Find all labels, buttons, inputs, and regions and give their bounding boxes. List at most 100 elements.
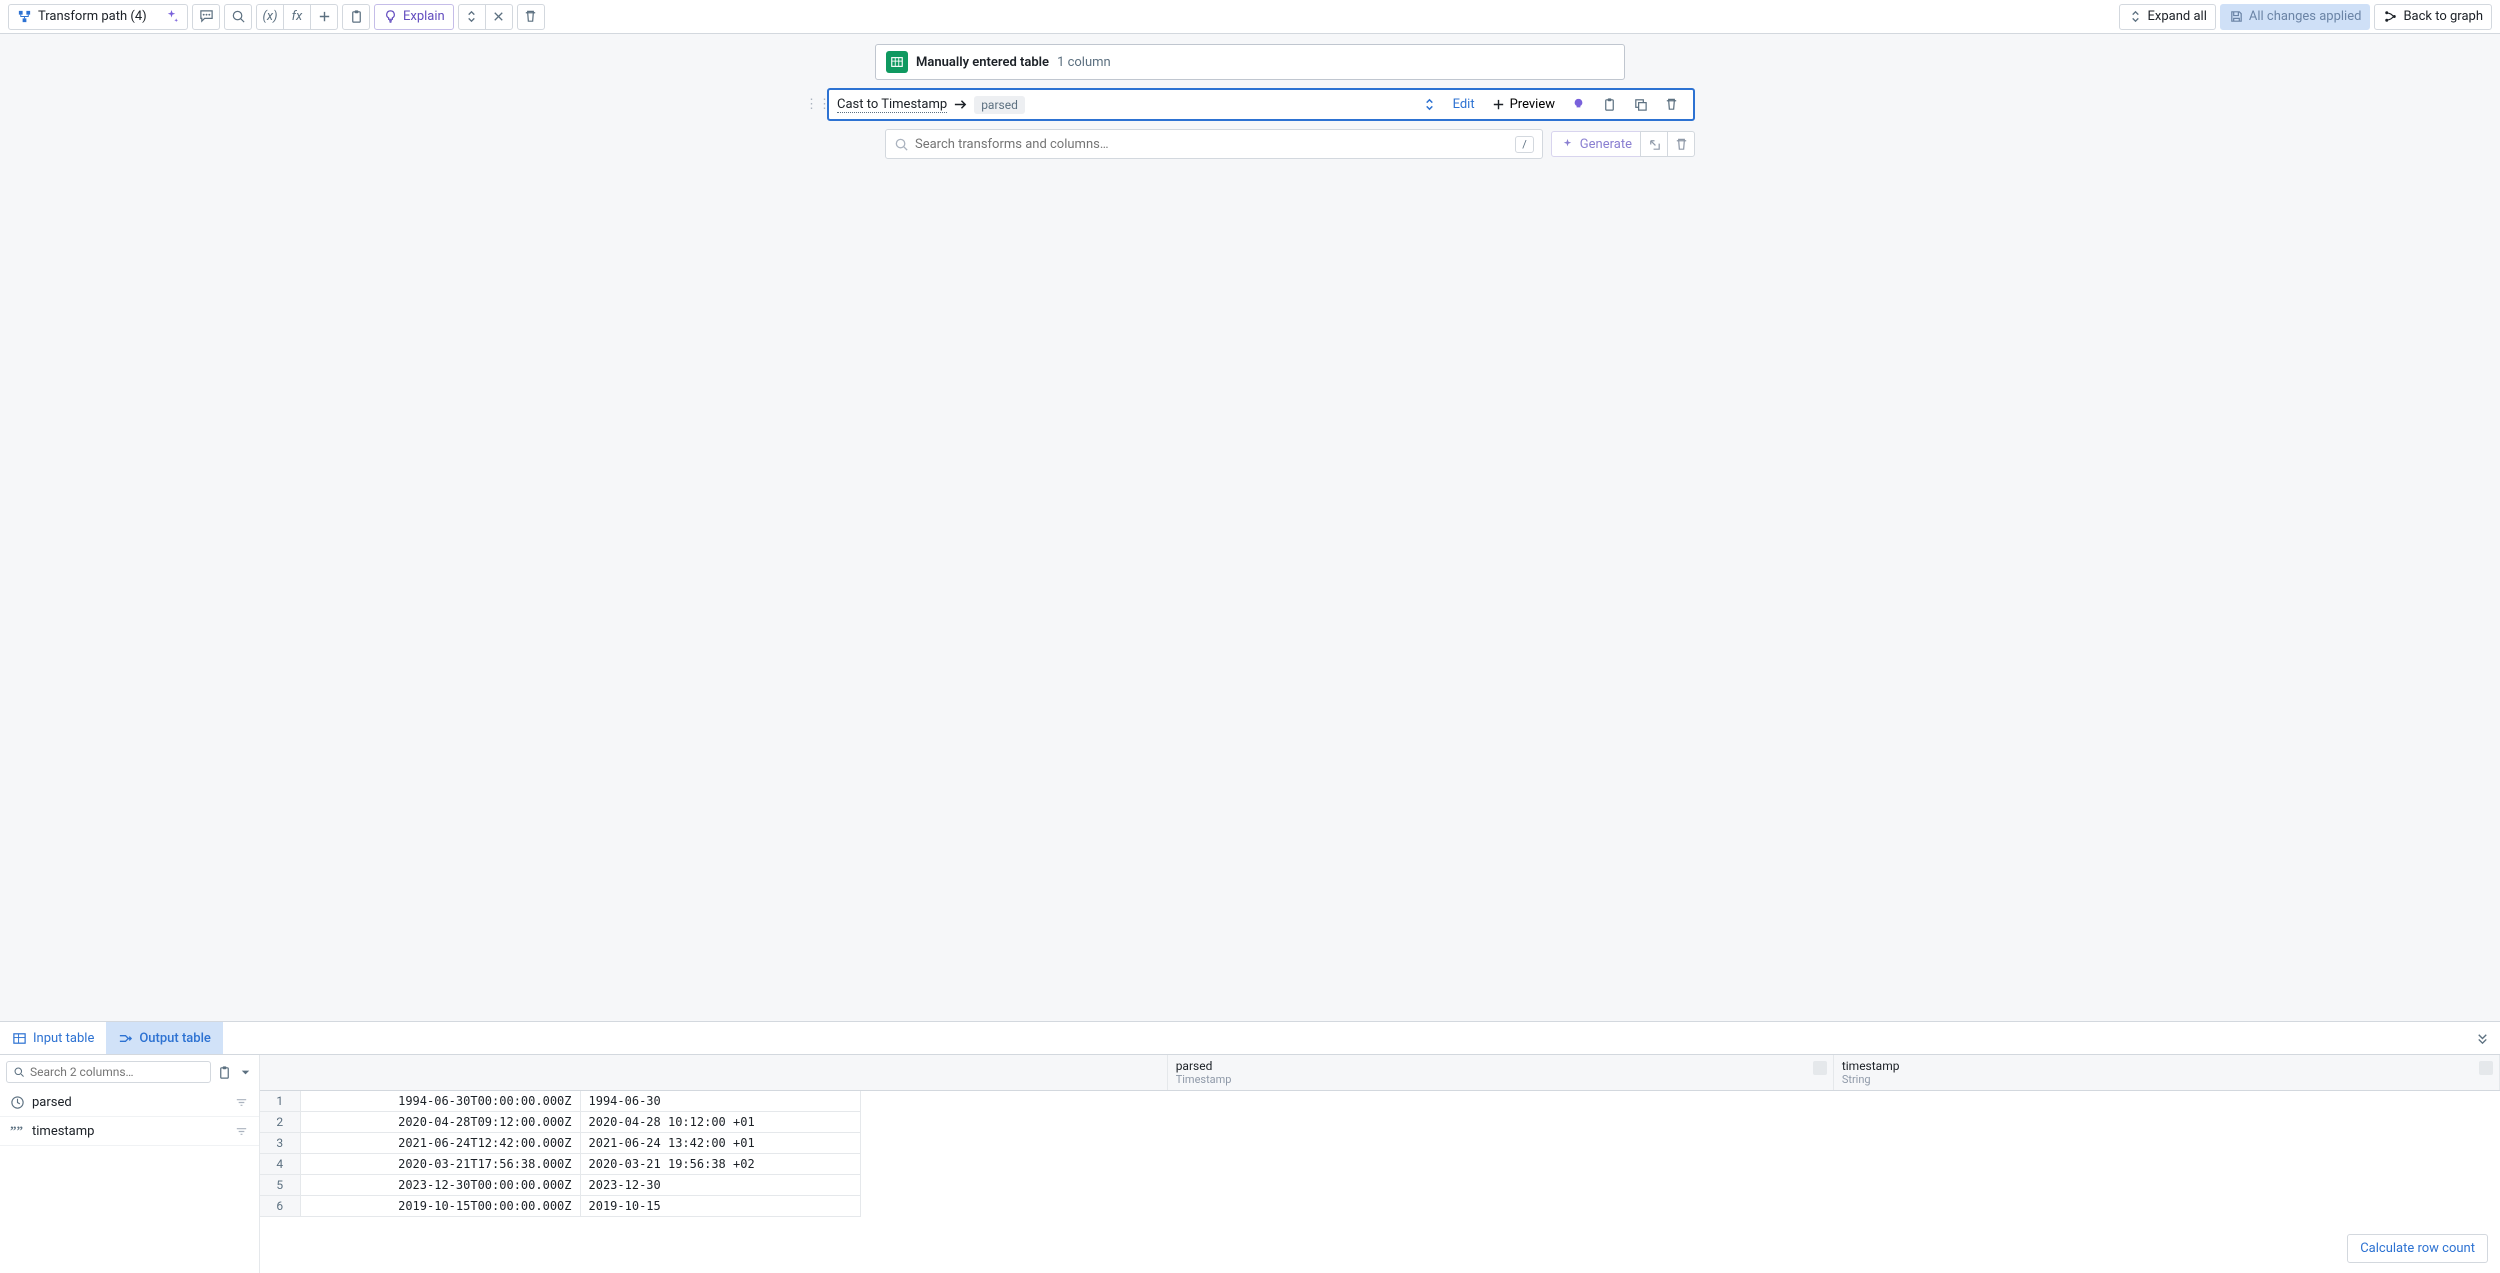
add-button[interactable]: [310, 4, 338, 30]
variable-button-group: (x) fx: [256, 4, 338, 30]
table-row[interactable]: 11994-06-30T00:00:00.000Z1994-06-30: [260, 1091, 860, 1112]
comment-button[interactable]: [192, 4, 220, 30]
column-list-item[interactable]: ””timestamp: [0, 1117, 259, 1146]
cell-timestamp[interactable]: 2021-06-24 13:42:00 +01: [580, 1133, 860, 1154]
clipboard-button[interactable]: [342, 4, 370, 30]
cell-timestamp[interactable]: 2020-03-21 19:56:38 +02: [580, 1154, 860, 1175]
row-number: 2: [260, 1112, 300, 1133]
open-external-icon: [1647, 137, 1662, 152]
cell-timestamp[interactable]: 2020-04-28 10:12:00 +01: [580, 1112, 860, 1133]
explain-button[interactable]: Explain: [374, 4, 454, 30]
plus-icon: [317, 9, 332, 24]
transform-node-row: ⋮⋮ Cast to Timestamp parsed Edit Preview: [805, 88, 1695, 121]
table-row[interactable]: 62019-10-15T00:00:00.000Z2019-10-15: [260, 1196, 860, 1217]
plus-icon: [1491, 97, 1506, 112]
cell-timestamp[interactable]: 2019-10-15: [580, 1196, 860, 1217]
table-row[interactable]: 22020-04-28T09:12:00.000Z2020-04-28 10:1…: [260, 1112, 860, 1133]
bottom-panel: parsed ””timestamp parsed Timestamp times…: [0, 1055, 2500, 1273]
sparkle-icon: [164, 9, 179, 24]
comment-icon: [199, 9, 214, 24]
function-button[interactable]: fx: [283, 4, 311, 30]
row-number: 5: [260, 1175, 300, 1196]
sort-toggle-button[interactable]: [1416, 94, 1443, 115]
expand-collapse-group: [458, 4, 513, 30]
column-menu-icon[interactable]: [2479, 1061, 2493, 1075]
column-header-parsed[interactable]: parsed Timestamp: [1167, 1055, 1833, 1091]
column-header-timestamp[interactable]: timestamp String: [1833, 1055, 2499, 1091]
delete-transform-button[interactable]: [1658, 94, 1685, 115]
column-menu-icon[interactable]: [1813, 1061, 1827, 1075]
calculate-row-count-button[interactable]: Calculate row count: [2347, 1234, 2488, 1263]
trash-icon: [523, 9, 538, 24]
cell-parsed[interactable]: 2019-10-15T00:00:00.000Z: [300, 1196, 580, 1217]
drag-handle-icon[interactable]: ⋮⋮: [805, 97, 819, 112]
output-column-tag[interactable]: parsed: [974, 96, 1025, 114]
delete-button[interactable]: [517, 4, 545, 30]
cell-parsed[interactable]: 2023-12-30T00:00:00.000Z: [300, 1175, 580, 1196]
cell-parsed[interactable]: 1994-06-30T00:00:00.000Z: [300, 1091, 580, 1112]
zoom-button[interactable]: [224, 4, 252, 30]
transform-canvas: Manually entered table 1 column ⋮⋮ Cast …: [0, 34, 2500, 1021]
sort-icon[interactable]: [234, 1124, 249, 1139]
cell-parsed[interactable]: 2020-04-28T09:12:00.000Z: [300, 1112, 580, 1133]
transform-icon: [17, 9, 32, 24]
back-to-graph-button[interactable]: Back to graph: [2374, 4, 2492, 30]
clear-button[interactable]: [1667, 131, 1695, 157]
column-name: parsed: [32, 1095, 72, 1110]
edit-button[interactable]: Edit: [1447, 94, 1481, 115]
chevrons-vertical-icon: [464, 9, 479, 24]
row-number: 1: [260, 1091, 300, 1112]
table-row[interactable]: 42020-03-21T17:56:38.000Z2020-03-21 19:5…: [260, 1154, 860, 1175]
x-icon: [491, 9, 506, 24]
cell-timestamp[interactable]: 2023-12-30: [580, 1175, 860, 1196]
preview-button[interactable]: Preview: [1485, 94, 1561, 115]
expand-all-button[interactable]: Expand all: [2119, 4, 2216, 30]
chevrons-vertical-icon: [2128, 9, 2143, 24]
data-grid-area: parsed Timestamp timestamp String 11994-…: [260, 1055, 2500, 1273]
copy-button[interactable]: [1596, 94, 1623, 115]
open-external-button[interactable]: [1640, 131, 1668, 157]
column-search-input[interactable]: [30, 1065, 204, 1079]
cell-parsed[interactable]: 2020-03-21T17:56:38.000Z: [300, 1154, 580, 1175]
transform-node-selected[interactable]: Cast to Timestamp parsed Edit Preview: [827, 88, 1695, 121]
variable-x-button[interactable]: (x): [256, 4, 284, 30]
tab-output-table[interactable]: Output table: [106, 1022, 223, 1054]
cell-timestamp[interactable]: 1994-06-30: [580, 1091, 860, 1112]
table-row[interactable]: 32021-06-24T12:42:00.000Z2021-06-24 13:4…: [260, 1133, 860, 1154]
column-list-item[interactable]: parsed: [0, 1089, 259, 1117]
column-search-box[interactable]: [6, 1061, 211, 1083]
hint-button[interactable]: [1565, 94, 1592, 115]
slash-shortcut: /: [1515, 136, 1534, 153]
clipboard-columns-button[interactable]: [217, 1065, 232, 1080]
source-node[interactable]: Manually entered table 1 column: [875, 44, 1625, 80]
save-icon: [2229, 9, 2244, 24]
transform-search-box[interactable]: /: [885, 129, 1543, 159]
output-arrow-icon: [118, 1031, 133, 1046]
source-node-title: Manually entered table: [916, 55, 1049, 70]
transform-node-title[interactable]: Cast to Timestamp: [837, 97, 947, 113]
sort-icon[interactable]: [234, 1095, 249, 1110]
transform-search-input[interactable]: [915, 137, 1509, 152]
clipboard-icon: [349, 9, 364, 24]
collapse-panel-button[interactable]: [2465, 1031, 2500, 1046]
table-icon: [886, 51, 908, 73]
transform-path-title: Transform path (4): [38, 9, 147, 24]
column-menu-caret[interactable]: [238, 1065, 253, 1080]
search-icon: [894, 137, 909, 152]
source-node-subtitle: 1 column: [1057, 55, 1111, 70]
tab-input-table[interactable]: Input table: [0, 1022, 106, 1054]
trash-icon: [1674, 137, 1689, 152]
zoom-icon: [231, 9, 246, 24]
duplicate-button[interactable]: [1627, 94, 1654, 115]
clock-icon: [10, 1095, 24, 1110]
expand-button[interactable]: [458, 4, 486, 30]
lightbulb-icon: [383, 9, 398, 24]
table-icon: [12, 1031, 27, 1046]
cell-parsed[interactable]: 2021-06-24T12:42:00.000Z: [300, 1133, 580, 1154]
table-row[interactable]: 52023-12-30T00:00:00.000Z2023-12-30: [260, 1175, 860, 1196]
generate-button[interactable]: Generate: [1551, 131, 1641, 157]
column-name: timestamp: [32, 1124, 94, 1139]
collapse-button[interactable]: [485, 4, 513, 30]
chevrons-vertical-icon: [1422, 97, 1437, 112]
transform-path-selector[interactable]: Transform path (4): [8, 4, 188, 30]
